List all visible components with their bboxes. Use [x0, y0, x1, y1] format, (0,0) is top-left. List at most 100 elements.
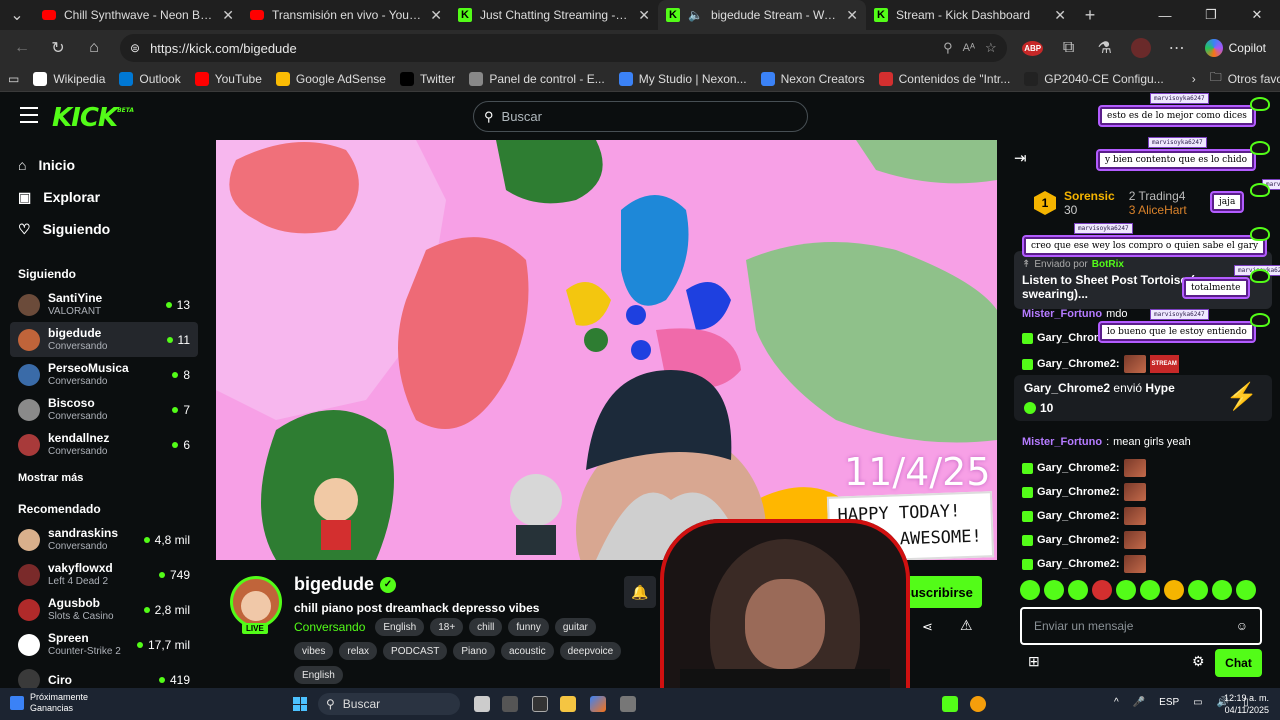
stream-tag[interactable]: English — [375, 618, 425, 636]
bookmark-item[interactable]: Nexon Creators — [760, 71, 865, 86]
nav-inicio[interactable]: ⌂ Inicio — [10, 149, 198, 181]
chat-username[interactable]: Gary_Chrome2: — [1037, 357, 1120, 371]
bookmark-item[interactable]: YouTube — [194, 71, 262, 86]
sidebar-channel[interactable]: PerseoMusica Conversando 8 — [10, 357, 198, 392]
bookmark-item[interactable]: Twitter — [399, 71, 455, 86]
sidebar-channel[interactable]: Biscoso Conversando 7 — [10, 392, 198, 427]
chevron-up-icon[interactable]: ^ — [1114, 697, 1119, 708]
app-icon[interactable] — [532, 696, 548, 712]
gift-store-icon[interactable]: ⊞ — [1028, 653, 1040, 670]
emote-icon[interactable] — [1140, 580, 1160, 600]
close-tab-icon[interactable]: ✕ — [1054, 7, 1066, 24]
stream-tag[interactable]: Piano — [453, 642, 495, 660]
emote-icon[interactable] — [1068, 580, 1088, 600]
emote-icon[interactable] — [1236, 580, 1256, 600]
stream-tag[interactable]: chill — [469, 618, 503, 636]
chat-username[interactable]: Mister_Fortuno — [1022, 307, 1102, 321]
show-more-link[interactable]: Mostrar más — [10, 462, 198, 488]
widgets-button[interactable]: Próximamente Ganancias — [10, 692, 88, 714]
nav-siguiendo[interactable]: ♡ Siguiendo — [10, 213, 198, 245]
network-icon[interactable]: ▭ — [1193, 697, 1202, 708]
app-icon[interactable] — [942, 696, 958, 712]
copilot-taskbar-icon[interactable] — [590, 696, 606, 712]
sidebar-channel[interactable]: bigedude Conversando 11 — [10, 322, 198, 357]
search-input[interactable]: ⚲ Buscar — [473, 101, 808, 132]
minimize-icon[interactable]: — — [1142, 0, 1188, 30]
refresh-icon[interactable]: ↻ — [42, 34, 74, 62]
close-window-icon[interactable]: ✕ — [1234, 0, 1280, 30]
emoji-picker-icon[interactable]: ☺ — [1236, 619, 1248, 633]
stream-tag[interactable]: relax — [339, 642, 378, 660]
stream-tag[interactable]: funny — [508, 618, 549, 636]
stream-tag[interactable]: PODCAST — [383, 642, 448, 660]
chat-username[interactable]: Gary_Chrome2: — [1037, 509, 1120, 523]
more-menu-icon[interactable]: ⋯ — [1161, 34, 1193, 62]
browser-tab[interactable]: Transmisión en vivo - YouTube Stu ✕ — [242, 0, 450, 30]
channel-avatar[interactable] — [230, 576, 282, 628]
close-tab-icon[interactable]: ✕ — [222, 7, 234, 24]
stream-tag[interactable]: English — [294, 666, 343, 684]
stream-tag[interactable]: vibes — [294, 642, 334, 660]
chat-send-button[interactable]: Chat — [1215, 649, 1262, 677]
windows-start-icon[interactable] — [293, 697, 307, 711]
bookmark-item[interactable]: Panel de control - E... — [469, 71, 605, 86]
sidebar-channel[interactable]: Spreen Counter-Strike 2 17,7 mil — [10, 627, 198, 662]
new-tab-icon[interactable]: + — [1074, 1, 1106, 29]
url-field[interactable]: ⊜ https://kick.com/bigedude ⚲ Aᴬ ☆ — [120, 34, 1007, 62]
language-indicator[interactable]: ESP — [1159, 697, 1179, 708]
app-icon[interactable] — [502, 696, 518, 712]
stream-tag[interactable]: acoustic — [500, 642, 554, 660]
channel-name[interactable]: bigedude — [294, 574, 374, 595]
emote-icon[interactable] — [1092, 580, 1112, 600]
adblock-icon[interactable]: ABP — [1017, 34, 1049, 62]
video-player[interactable]: 11/4/25 HAPPY TODAY! U ARE AWESOME! — [216, 140, 997, 560]
sidebar-channel[interactable]: SantiYine VALORANT 13 — [10, 287, 198, 322]
chat-username[interactable]: Gary_Chrome2: — [1037, 533, 1120, 547]
taskbar-search[interactable]: ⚲ Buscar — [318, 693, 460, 715]
sidebar-channel[interactable]: sandraskins Conversando 4,8 mil — [10, 522, 198, 557]
back-icon[interactable]: ← — [6, 34, 38, 62]
hype-user[interactable]: Gary_Chrome2 — [1024, 381, 1110, 395]
app-icon[interactable] — [970, 696, 986, 712]
tab-list-icon[interactable]: ⌄ — [0, 1, 34, 29]
emote-icon[interactable] — [1020, 580, 1040, 600]
chat-message-input[interactable]: Enviar un mensaje ☺ — [1020, 607, 1262, 645]
sidebar-channel[interactable]: Agusbob Slots & Casino 2,8 mil — [10, 592, 198, 627]
reading-list-icon[interactable]: ▭ — [8, 72, 19, 86]
bookmark-item[interactable]: GP2040-CE Configu... — [1024, 71, 1164, 86]
emote-icon[interactable] — [1164, 580, 1184, 600]
file-explorer-icon[interactable] — [560, 696, 576, 712]
read-aloud-icon[interactable]: Aᴬ — [963, 42, 975, 54]
report-icon[interactable]: ⚠ — [960, 617, 973, 634]
profile-avatar[interactable] — [1125, 34, 1157, 62]
sidebar-channel[interactable]: kendallnez Conversando 6 — [10, 427, 198, 462]
hamburger-menu-icon[interactable] — [20, 107, 38, 123]
chat-settings-icon[interactable]: ⚙ — [1192, 653, 1205, 670]
bookmark-item[interactable]: My Studio | Nexon... — [618, 71, 747, 86]
browser-tab[interactable]: K Just Chatting Streaming - Live Stre ✕ — [450, 0, 658, 30]
chevron-right-icon[interactable]: › — [1192, 72, 1196, 86]
category-link[interactable]: Conversando — [294, 620, 365, 634]
nav-explorar[interactable]: ▣ Explorar — [10, 181, 198, 213]
stream-tag[interactable]: 18+ — [430, 618, 464, 636]
stream-tag[interactable]: deepvoice — [559, 642, 622, 660]
close-tab-icon[interactable]: ✕ — [638, 7, 650, 24]
stream-tag[interactable]: guitar — [554, 618, 596, 636]
collapse-chat-icon[interactable]: ⇥ — [1014, 149, 1027, 167]
kick-logo[interactable]: KICKBETA — [52, 103, 134, 133]
chat-username[interactable]: Gary_Chrome2: — [1037, 485, 1120, 499]
emote-icon[interactable] — [1044, 580, 1064, 600]
bookmark-item[interactable]: Contenidos de "Intr... — [878, 71, 1010, 86]
mic-icon[interactable]: 🎤 — [1133, 697, 1145, 708]
bookmark-item[interactable]: Google AdSense — [275, 71, 386, 86]
close-tab-icon[interactable]: ✕ — [430, 7, 442, 24]
bookmark-item[interactable]: Outlook — [119, 71, 181, 86]
speaker-icon[interactable]: 🔈 — [688, 8, 703, 22]
chat-username[interactable]: Gary_Chrome2: — [1037, 557, 1120, 571]
chat-username[interactable]: Mister_Fortuno — [1022, 435, 1102, 449]
browser-tab[interactable]: Chill Synthwave - Neon Breeze by ✕ — [34, 0, 242, 30]
zoom-icon[interactable]: ⚲ — [943, 40, 953, 56]
taskbar-clock[interactable]: 12:19 a. m. 04/11/2025 — [1224, 692, 1269, 716]
restore-icon[interactable]: ❐ — [1188, 0, 1234, 30]
collections-icon[interactable]: ⚗ — [1089, 34, 1121, 62]
